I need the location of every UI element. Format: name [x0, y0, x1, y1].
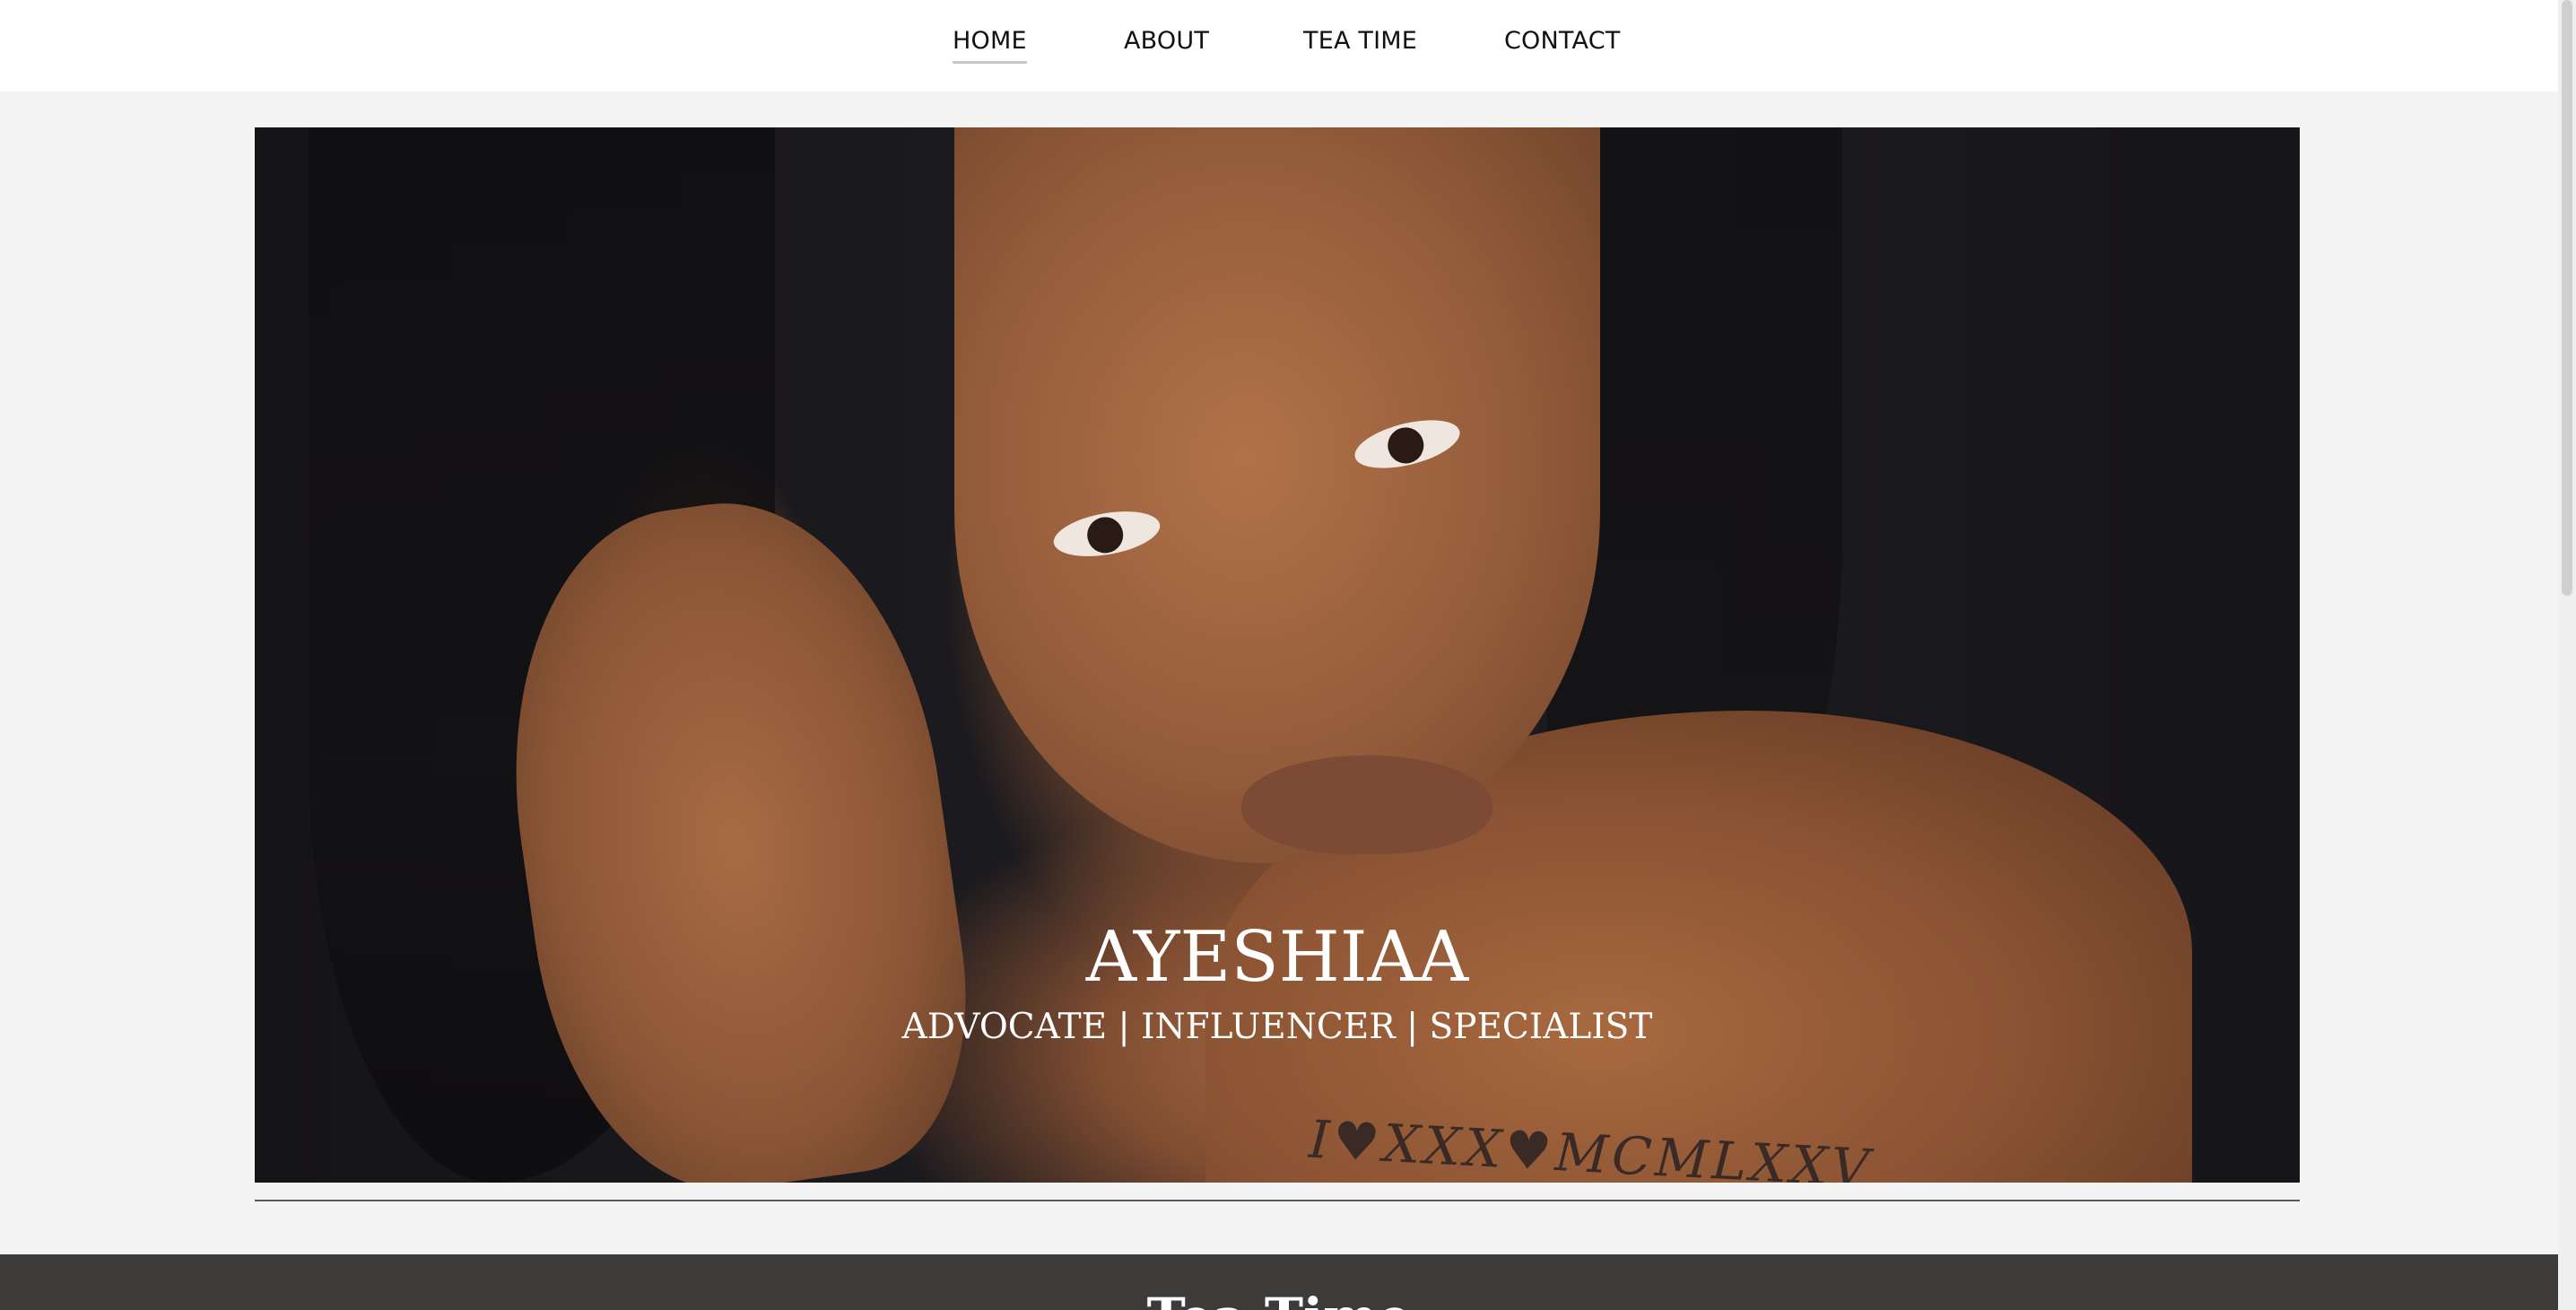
top-navigation: HOME ABOUT TEA TIME CONTACT — [0, 0, 2558, 92]
hero-title: AYESHIAA — [1085, 917, 1469, 998]
nav-contact-link[interactable]: CONTACT — [1504, 27, 1620, 55]
lips-shape — [1241, 755, 1493, 854]
tea-time-section: Tea Time — [0, 1254, 2558, 1310]
section-title: Tea Time — [0, 1287, 2558, 1310]
nav-tea-time-link[interactable]: TEA TIME — [1303, 27, 1417, 55]
hero-banner: I♥XXX♥MCMLXXV AYESHIAA ADVOCATE | INFLUE… — [255, 127, 2300, 1183]
face-shape — [954, 127, 1600, 863]
hero-subtitle: ADVOCATE | INFLUENCER | SPECIALIST — [901, 1007, 1653, 1047]
vertical-scrollbar[interactable] — [2558, 0, 2576, 1310]
nav-about-link[interactable]: ABOUT — [1124, 27, 1209, 55]
scrollbar-thumb[interactable] — [2562, 0, 2572, 596]
nav-home-link[interactable]: HOME — [953, 27, 1027, 64]
section-divider — [255, 1200, 2300, 1201]
